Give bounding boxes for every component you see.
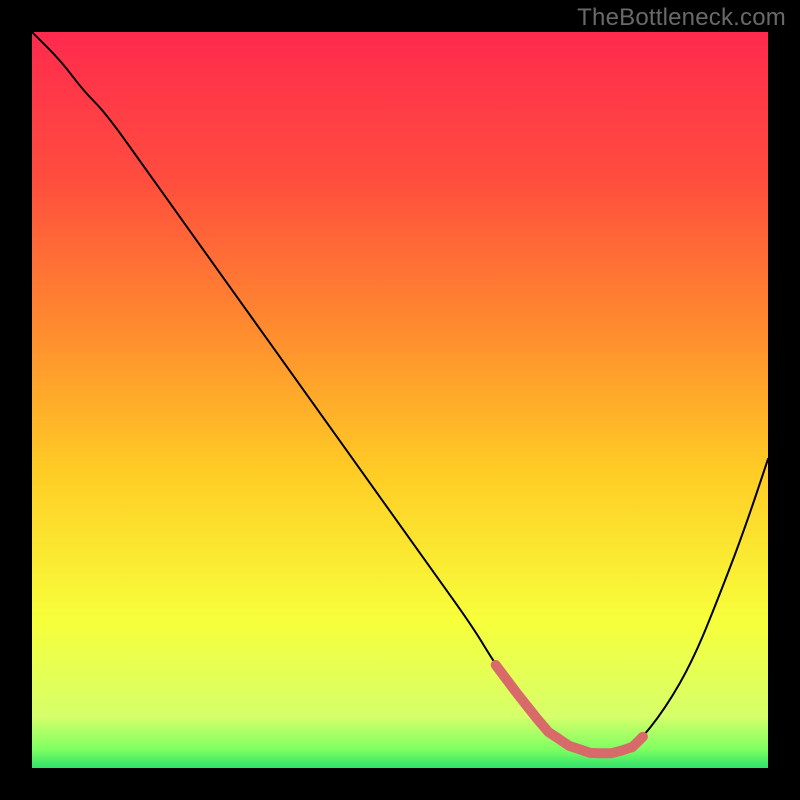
- watermark-text: TheBottleneck.com: [577, 4, 786, 32]
- chart-container: TheBottleneck.com: [0, 0, 800, 800]
- bottleneck-chart: [32, 32, 768, 768]
- chart-background: [32, 32, 768, 768]
